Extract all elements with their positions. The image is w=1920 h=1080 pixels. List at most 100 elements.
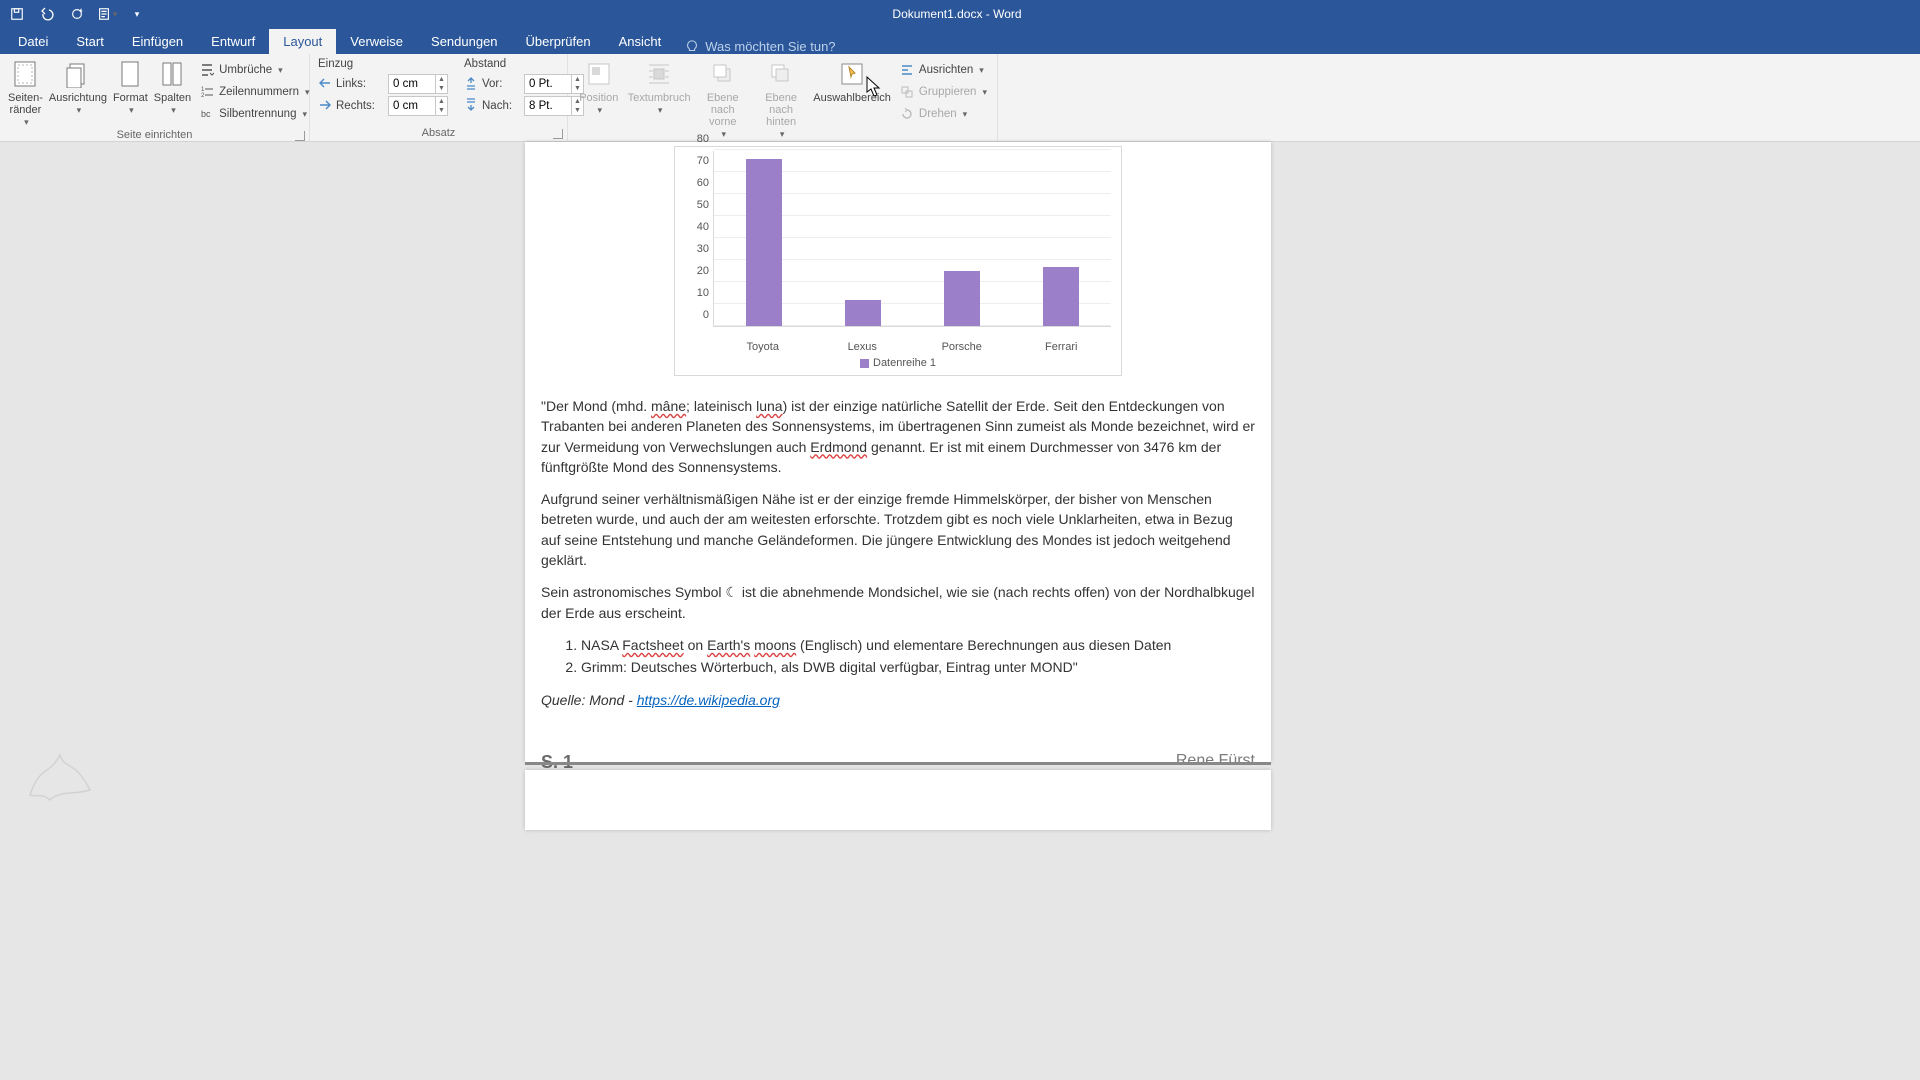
tab-ueberpruefen[interactable]: Überprüfen [512,29,605,54]
tab-entwurf[interactable]: Entwurf [197,29,269,54]
align-icon [899,62,915,78]
indent-left-input[interactable]: ▲▼ [388,74,448,94]
hyphenation-icon: bc [199,106,215,122]
chart-y-axis: 01020304050607080 [685,151,711,327]
tab-einfuegen[interactable]: Einfügen [118,29,197,54]
source-link[interactable]: https://de.wikipedia.org [637,692,780,708]
breaks-button[interactable]: Umbrüche▾ [197,60,311,80]
group-objects-button[interactable]: Gruppieren▾ [897,82,989,102]
text-wrap-icon [643,58,675,90]
group-paragraph: Einzug Links: ▲▼ Rechts: ▲▼ Abstand Vor: [310,54,568,141]
size-icon [114,58,146,90]
spacing-after-row: Nach: ▲▼ [464,96,584,116]
spell-error[interactable]: Factsheet [622,637,683,653]
chart-bar[interactable] [746,159,782,326]
repeat-button[interactable] [66,3,88,25]
quick-access-toolbar: ▾ ▾ [0,3,154,25]
spinner-up[interactable]: ▲ [435,75,447,84]
line-numbers-icon: 12 [199,84,215,100]
columns-button[interactable]: Spalten▾ [154,58,191,116]
selection-pane-icon [836,58,868,90]
group-page-setup: Seiten- ränder▾ Ausrichtung▾ Format▾ Spa… [0,54,310,141]
group-arrange: Position▾ Textumbruch▾ Ebene nach vorne▾… [568,54,998,141]
line-numbers-button[interactable]: 12Zeilennummern▾ [197,82,311,102]
tell-me-search[interactable]: Was möchten Sie tun? [675,39,845,54]
spacing-title: Abstand [464,58,584,70]
page-break-line [525,762,1271,765]
spinner-down[interactable]: ▼ [435,84,447,93]
paragraph-3[interactable]: Sein astronomisches Symbol ☾ ist die abn… [541,582,1255,623]
send-backward-button[interactable]: Ebene nach hinten▾ [755,58,807,140]
tab-ansicht[interactable]: Ansicht [605,29,676,54]
chart-bar[interactable] [1043,267,1079,326]
indent-right-input[interactable]: ▲▼ [388,96,448,116]
tab-verweise[interactable]: Verweise [336,29,417,54]
undo-button[interactable] [36,3,58,25]
spinner-up[interactable]: ▲ [435,97,447,106]
paragraph-1[interactable]: "Der Mond (mhd. mâne; lateinisch luna) i… [541,396,1255,477]
orientation-button[interactable]: Ausrichtung▾ [49,58,107,116]
indent-left-row: Links: ▲▼ [318,74,448,94]
list-item[interactable]: Grimm: Deutsches Wörterbuch, als DWB dig… [581,657,1255,677]
spacing-after-icon [464,98,478,115]
position-icon [583,58,615,90]
svg-text:2: 2 [201,93,205,99]
window-title: Dokument1.docx - Word [154,7,1760,21]
chart-bar[interactable] [944,271,980,326]
reference-list[interactable]: NASA Factsheet on Earth's moons (Englisc… [581,635,1255,678]
quick-print-button[interactable]: ▾ [96,3,118,25]
document-page[interactable]: 01020304050607080 ToyotaLexusPorscheFerr… [525,142,1271,762]
indent-title: Einzug [318,58,448,70]
tell-me-placeholder: Was möchten Sie tun? [705,39,835,54]
selection-pane-button[interactable]: Auswahlbereich [813,58,891,104]
indent-right-row: Rechts: ▲▼ [318,96,448,116]
orientation-icon [62,58,94,90]
paragraph-2[interactable]: Aufgrund seiner verhältnismäßigen Nähe i… [541,489,1255,570]
text-wrap-button[interactable]: Textumbruch▾ [628,58,691,116]
group-title-page-setup: Seite einrichten [8,128,301,143]
list-item[interactable]: NASA Factsheet on Earth's moons (Englisc… [581,635,1255,655]
document-page-next[interactable] [525,770,1271,830]
spell-error[interactable]: luna [756,398,782,414]
spell-error[interactable]: mâne [651,398,686,414]
margins-icon [9,58,41,90]
spinner-down[interactable]: ▼ [435,106,447,115]
watermark-icon [20,735,100,820]
ribbon-tabs: Datei Start Einfügen Entwurf Layout Verw… [0,28,1920,54]
chart-plot-area [713,151,1111,327]
document-workspace[interactable]: 01020304050607080 ToyotaLexusPorscheFerr… [0,142,1920,1080]
page-setup-launcher[interactable] [295,131,305,141]
svg-text:bc: bc [201,109,211,119]
hyphenation-button[interactable]: bcSilbentrennung▾ [197,104,311,124]
tab-sendungen[interactable]: Sendungen [417,29,512,54]
chart-bar[interactable] [845,300,881,326]
title-bar: ▾ ▾ Dokument1.docx - Word [0,0,1920,28]
customize-qat-button[interactable]: ▾ [126,3,148,25]
align-button[interactable]: Ausrichten▾ [897,60,989,80]
rotate-button[interactable]: Drehen▾ [897,104,989,124]
position-button[interactable]: Position▾ [576,58,622,116]
tab-datei[interactable]: Datei [4,29,62,54]
spell-error[interactable]: Erdmond [810,439,867,455]
document-body[interactable]: "Der Mond (mhd. mâne; lateinisch luna) i… [525,384,1271,710]
save-button[interactable] [6,3,28,25]
tab-start[interactable]: Start [62,29,117,54]
group-icon [899,84,915,100]
spacing-before-icon [464,76,478,93]
chart-x-labels: ToyotaLexusPorscheFerrari [685,341,1111,353]
size-button[interactable]: Format▾ [113,58,148,116]
breaks-icon [199,62,215,78]
source-line[interactable]: Quelle: Mond - https://de.wikipedia.org [541,690,1255,710]
tab-layout[interactable]: Layout [269,29,336,54]
send-backward-icon [765,58,797,90]
embedded-chart[interactable]: 01020304050607080 ToyotaLexusPorscheFerr… [674,146,1122,376]
indent-left-icon [318,76,332,93]
spacing-before-row: Vor: ▲▼ [464,74,584,94]
margins-button[interactable]: Seiten- ränder▾ [8,58,43,128]
bring-forward-button[interactable]: Ebene nach vorne▾ [697,58,749,140]
spell-error[interactable]: moons [754,637,796,653]
spell-error[interactable]: Earth's [707,637,750,653]
paragraph-launcher[interactable] [553,129,563,139]
rotate-icon [899,106,915,122]
columns-icon [156,58,188,90]
